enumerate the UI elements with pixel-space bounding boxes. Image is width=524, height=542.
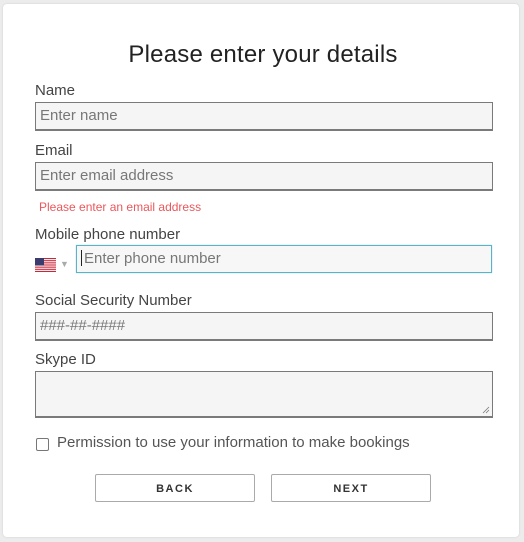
name-label: Name (35, 82, 76, 99)
skype-textarea[interactable] (35, 371, 493, 418)
email-input[interactable]: Enter email address (35, 162, 493, 191)
page-title: Please enter your details (128, 41, 398, 68)
back-button[interactable]: BACK (95, 474, 255, 502)
permission-label: Permission to use your information to ma… (57, 434, 410, 451)
email-label: Email (35, 142, 73, 159)
email-error-message: Please enter an email address (39, 200, 202, 214)
us-flag-icon[interactable] (35, 258, 56, 272)
next-button[interactable]: NEXT (271, 474, 431, 502)
email-placeholder: Enter email address (40, 167, 174, 184)
skype-label: Skype ID (35, 351, 96, 368)
resize-grip-icon[interactable] (482, 406, 490, 414)
phone-placeholder: Enter phone number (84, 250, 221, 267)
ssn-label: Social Security Number (35, 292, 192, 309)
name-placeholder: Enter name (40, 107, 118, 124)
phone-input[interactable]: Enter phone number (76, 245, 492, 273)
country-dropdown-caret-icon[interactable]: ▼ (60, 259, 69, 269)
permission-checkbox[interactable] (36, 438, 49, 451)
phone-label: Mobile phone number (35, 226, 181, 243)
ssn-placeholder: ###-##-#### (40, 317, 126, 334)
name-input[interactable]: Enter name (35, 102, 493, 131)
ssn-input[interactable]: ###-##-#### (35, 312, 493, 341)
text-cursor (81, 250, 82, 267)
